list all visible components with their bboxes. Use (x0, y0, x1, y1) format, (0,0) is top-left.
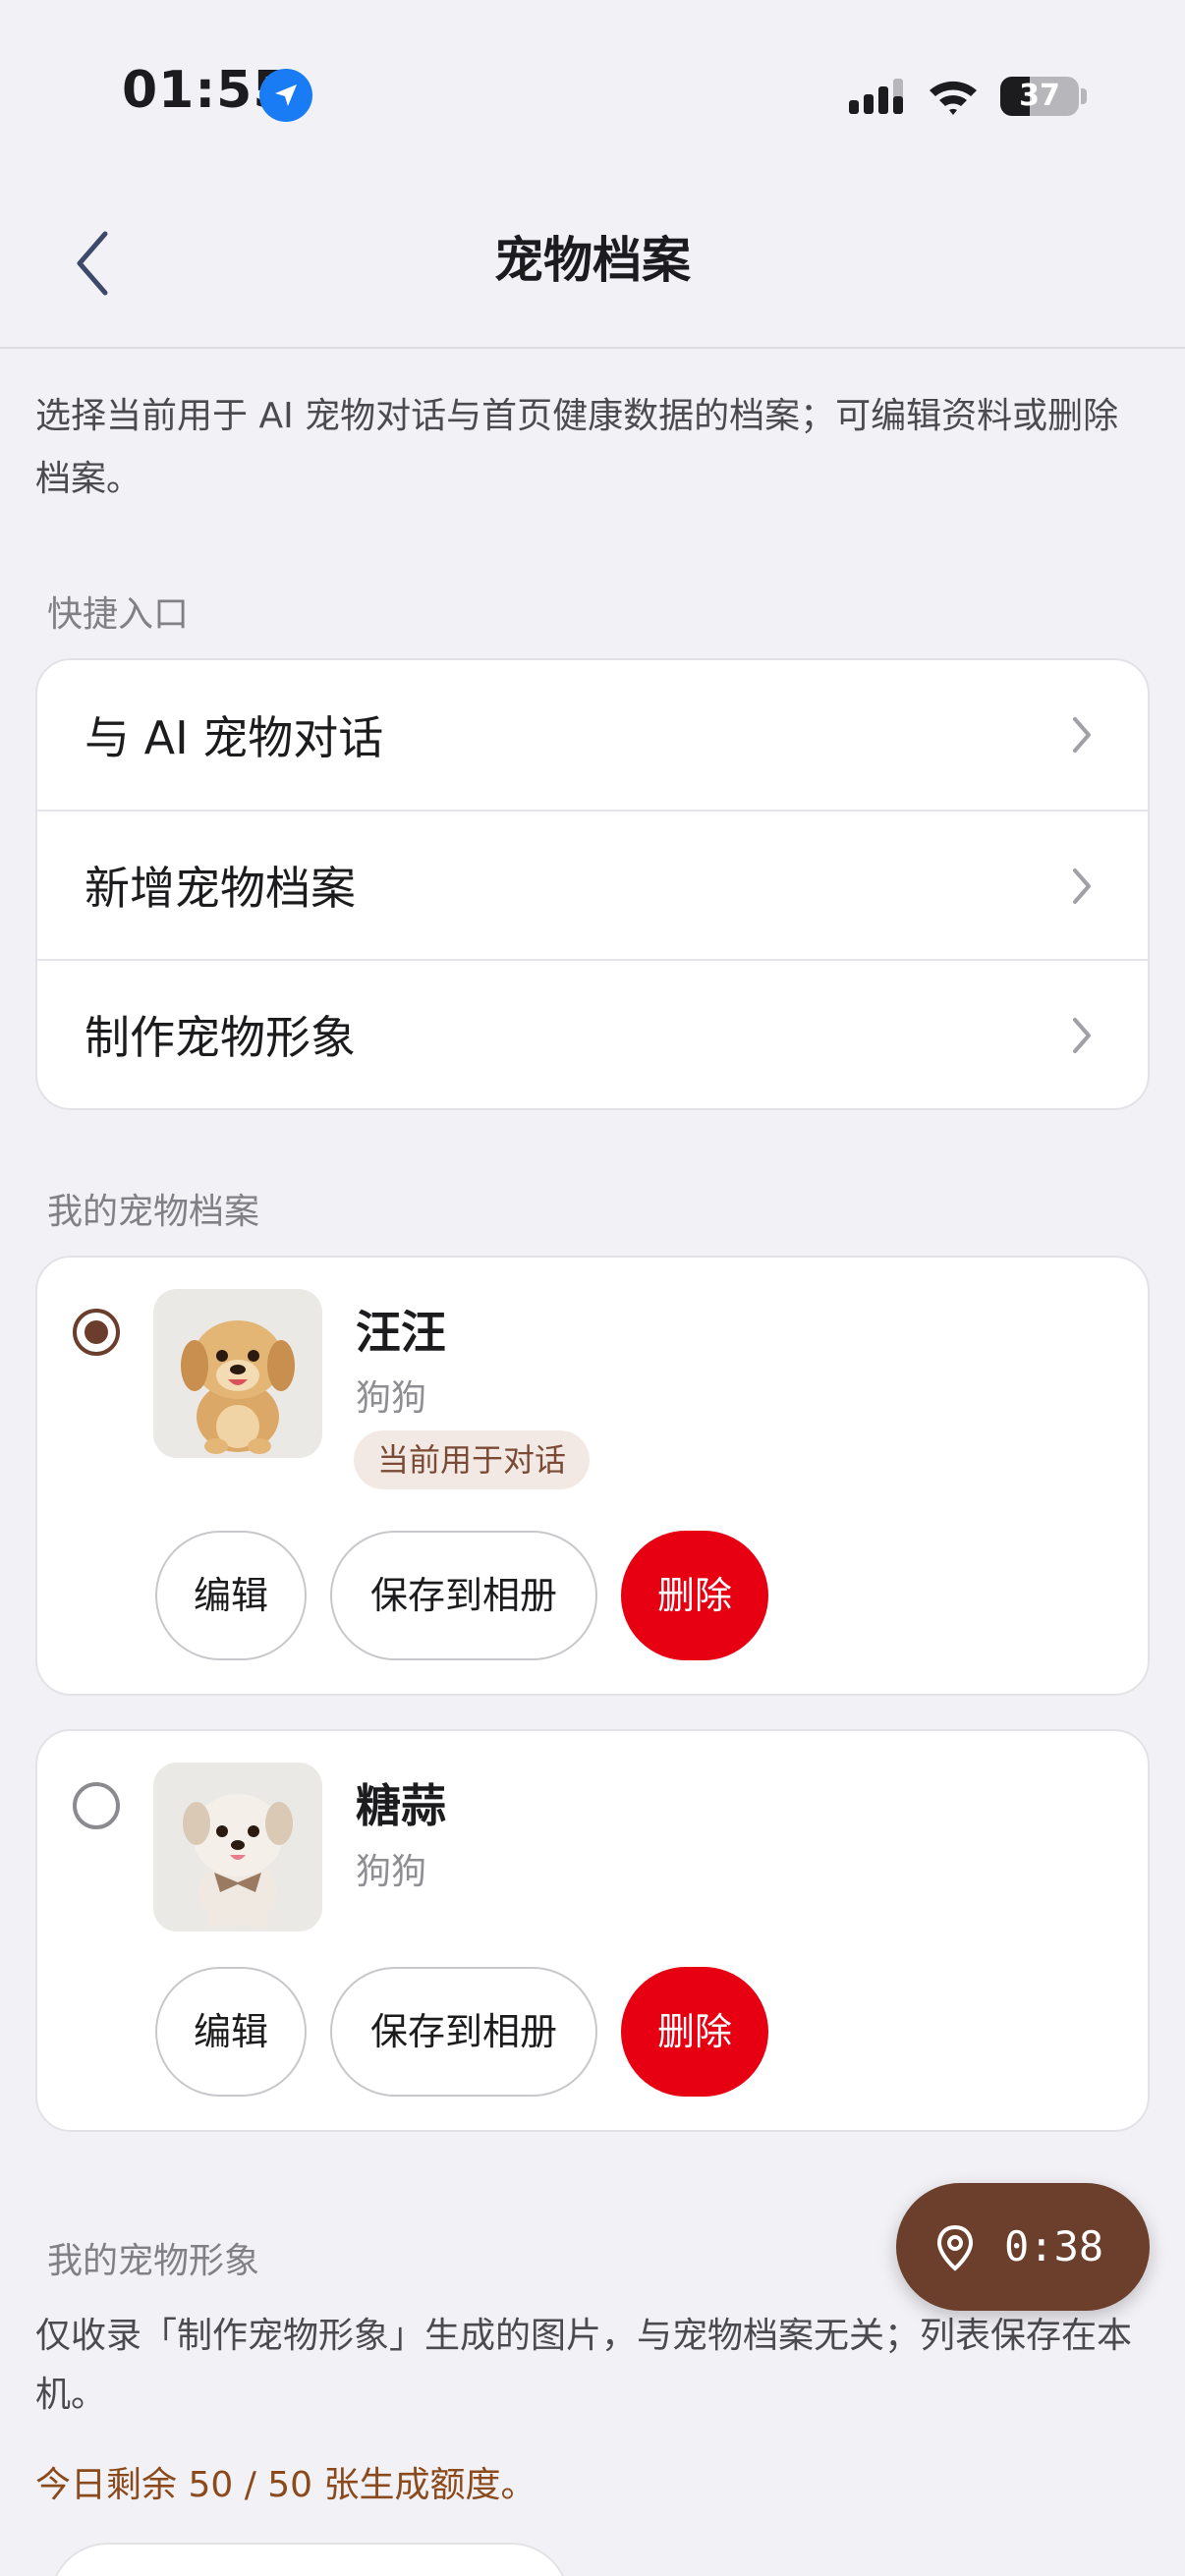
location-arrow-icon (259, 69, 312, 122)
partial-card[interactable] (49, 2543, 570, 2576)
pet-select-radio[interactable] (73, 1309, 120, 1356)
cellular-signal-icon (847, 75, 908, 118)
golden-puppy-image (181, 1320, 295, 1454)
quick-item-label: 与 AI 宠物对话 (85, 711, 384, 764)
pet-name: 糖蒜 (356, 1779, 446, 1832)
delete-button[interactable]: 删除 (621, 1531, 768, 1660)
pet-select-radio[interactable] (73, 1782, 120, 1829)
pet-avatar (153, 1289, 322, 1458)
chevron-left-icon (77, 231, 108, 296)
timer-text: 0:38 (1004, 2222, 1104, 2270)
pets-section-title: 我的宠物档案 (47, 1192, 260, 1232)
save-to-album-button[interactable]: 保存到相册 (330, 1531, 597, 1660)
quota-text: 今日剩余 50 / 50 张生成额度。 (35, 2465, 536, 2505)
quick-item-ai-chat[interactable]: 与 AI 宠物对话 (37, 660, 1148, 810)
active-status-badge: 当前用于对话 (354, 1430, 591, 1489)
edit-button[interactable]: 编辑 (155, 1531, 307, 1660)
pet-name: 汪汪 (356, 1306, 446, 1359)
battery-nub (1081, 88, 1087, 104)
edit-button[interactable]: 编辑 (155, 1967, 307, 2097)
radio-selected-dot (85, 1320, 108, 1344)
wifi-icon (926, 75, 981, 118)
delete-button[interactable]: 删除 (621, 1967, 768, 2097)
pet-species: 狗狗 (356, 1378, 427, 1419)
location-pin-icon (936, 2224, 974, 2271)
save-to-album-button[interactable]: 保存到相册 (330, 1967, 597, 2097)
pet-card[interactable]: 糖蒜 狗狗 编辑 保存到相册 删除 (35, 1729, 1150, 2132)
page-title: 宠物档案 (494, 232, 691, 289)
pet-card[interactable]: 汪汪 狗狗 当前用于对话 编辑 保存到相册 删除 (35, 1256, 1150, 1696)
images-note: 仅收录「制作宠物形象」生成的图片，与宠物档案无关；列表保存在本机。 (35, 2316, 1133, 2415)
chevron-right-icon (1073, 717, 1091, 753)
chevron-right-icon (1073, 868, 1091, 904)
back-button[interactable] (57, 214, 126, 312)
chevron-right-icon (1073, 1018, 1091, 1053)
nav-bar: 宠物档案 (0, 187, 1185, 349)
white-puppy-image (183, 1794, 293, 1928)
quick-item-create-avatar[interactable]: 制作宠物形象 (37, 959, 1148, 1108)
pet-avatar (153, 1763, 322, 1932)
pet-profiles-screen: 01:55 37 宠物档案 选择当前用于 AI 宠物对话与首页健康数据的档案；可… (0, 0, 1185, 2576)
quick-item-add-profile[interactable]: 新增宠物档案 (37, 810, 1148, 959)
intro-text: 选择当前用于 AI 宠物对话与首页健康数据的档案；可编辑资料或删除档案。 (35, 396, 1119, 499)
floating-timer-button[interactable]: 0:38 (896, 2183, 1150, 2311)
pet-species: 狗狗 (356, 1852, 427, 1892)
quick-section-title: 快捷入口 (47, 594, 190, 635)
status-bar: 01:55 37 (0, 0, 1185, 187)
quick-item-label: 新增宠物档案 (85, 862, 356, 915)
battery-icon: 37 (1000, 77, 1079, 116)
images-section-title: 我的宠物形象 (47, 2241, 260, 2281)
battery-percent: 37 (1019, 79, 1060, 113)
quick-item-label: 制作宠物形象 (85, 1011, 356, 1064)
quick-entry-card: 与 AI 宠物对话 新增宠物档案 制作宠物形象 (35, 658, 1150, 1110)
